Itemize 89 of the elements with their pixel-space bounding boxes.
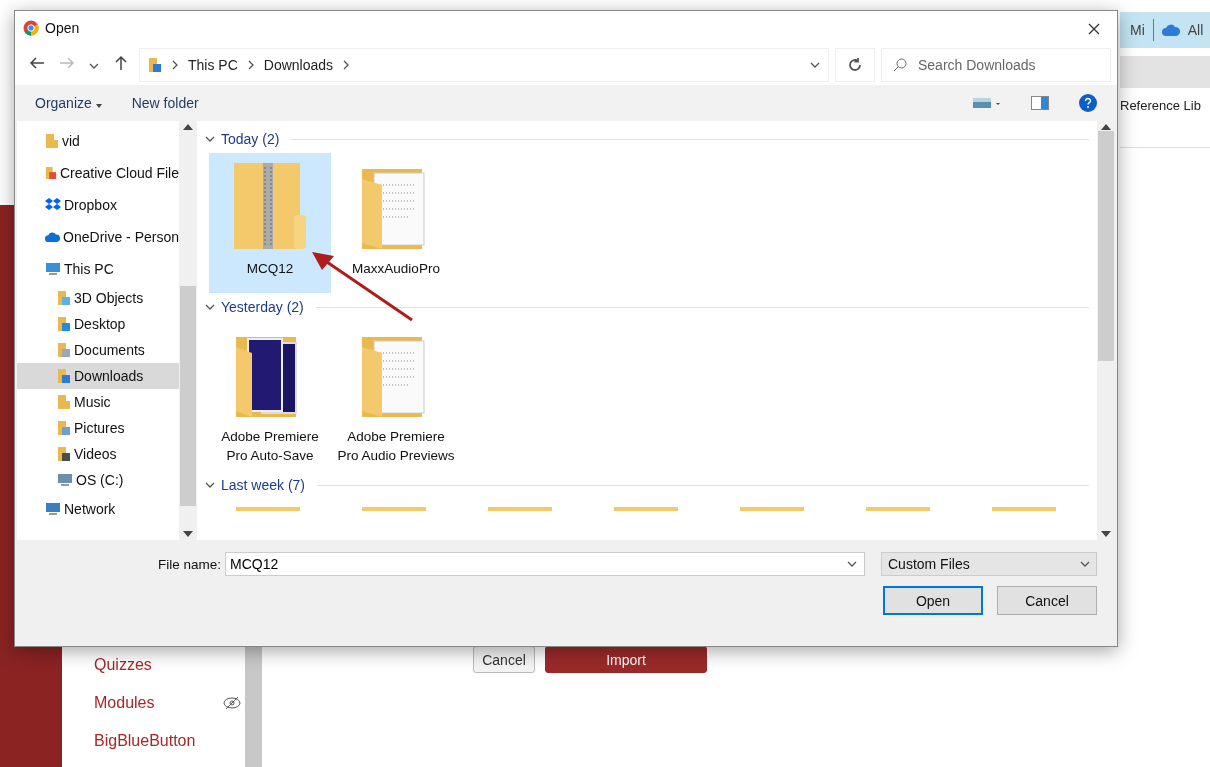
nav-item[interactable]: OneDrive - Person <box>17 221 179 253</box>
group-label: Last week (7) <box>221 477 306 493</box>
folder-icon <box>57 394 71 410</box>
file-tile[interactable]: MCQ12 <box>209 153 331 293</box>
nav-item[interactable]: Dropbox <box>17 189 179 221</box>
folder-icon <box>45 133 59 149</box>
preview-pane-icon[interactable] <box>1031 96 1049 110</box>
window-title: Open <box>45 20 81 36</box>
top-bar-text: All <box>1187 22 1204 38</box>
chevron-icon <box>205 480 215 490</box>
group-header[interactable]: Today (2) <box>205 125 1089 153</box>
folder-icon <box>57 368 71 384</box>
file-name-field[interactable]: MCQ12 <box>225 552 865 576</box>
computer-icon <box>57 473 73 487</box>
file-name-label: File name: <box>157 556 221 572</box>
view-icon[interactable] <box>973 97 1001 109</box>
folder-icon <box>57 420 71 436</box>
dropdown-icon <box>810 60 820 70</box>
nav-item[interactable]: This PC <box>17 253 179 285</box>
nav-item[interactable]: 3D Objects <box>17 285 179 311</box>
nav-item[interactable]: Videos <box>17 441 179 467</box>
caret-icon <box>95 104 102 108</box>
computer-icon <box>45 502 61 516</box>
file-name: MaxxAudioPro <box>351 260 441 278</box>
file-tile[interactable]: Adobe Premiere Pro Auto-Save <box>209 321 331 471</box>
forward-arrow-icon <box>59 54 75 71</box>
nav-item[interactable]: Music <box>17 389 179 415</box>
course-nav-label: Quizzes <box>94 656 152 674</box>
folder-icon <box>148 57 162 73</box>
address-bar[interactable]: This PC Downloads <box>139 48 829 82</box>
scroll-down-icon[interactable] <box>183 530 193 538</box>
chevron-icon <box>205 134 215 144</box>
nav-item[interactable]: Network <box>17 493 179 525</box>
help-icon[interactable] <box>1079 94 1097 112</box>
box-icon <box>45 198 61 212</box>
breadcrumb-link[interactable]: Downloads <box>263 57 334 73</box>
close-icon <box>1088 22 1100 35</box>
back-arrow-icon <box>29 54 45 71</box>
import-button[interactable]: Import <box>545 646 707 673</box>
up-arrow-icon <box>113 54 129 71</box>
course-nav-link[interactable]: BigBlueButton <box>94 729 245 753</box>
reference-library-text[interactable]: Reference Lib <box>1120 98 1201 113</box>
nav-item[interactable]: Documents <box>17 337 179 363</box>
organize-menu[interactable]: Organize <box>35 95 102 111</box>
course-nav-label: Modules <box>94 694 155 712</box>
refresh-button[interactable] <box>835 48 875 82</box>
nav-item[interactable]: Pictures <box>17 415 179 441</box>
folder-icon <box>45 165 57 181</box>
file-tile[interactable]: MaxxAudioPro <box>335 153 457 293</box>
file-name: Adobe Premiere Pro Auto-Save <box>220 428 320 465</box>
folder-icon <box>57 316 71 332</box>
file-name: MCQ12 <box>245 260 295 278</box>
group-label: Today (2) <box>221 131 280 147</box>
scroll-up-icon[interactable] <box>183 123 193 131</box>
group-label: Yesterday (2) <box>221 299 304 315</box>
dialog-button[interactable]: Open <box>883 586 983 615</box>
group-header[interactable]: Last week (7) <box>205 471 1089 499</box>
nav-item[interactable]: Desktop <box>17 311 179 337</box>
dropdown-icon <box>847 559 857 569</box>
file-type-dropdown[interactable]: Custom Files <box>881 552 1097 576</box>
group-header[interactable]: Yesterday (2) <box>205 293 1089 321</box>
refresh-icon <box>847 57 863 73</box>
nav-item[interactable]: vid <box>17 125 179 157</box>
file-tile[interactable]: Adobe Premiere Pro Audio Previews <box>335 321 457 471</box>
computer-icon <box>45 262 61 276</box>
folder-icon <box>57 342 71 358</box>
new-folder-button[interactable]: New folder <box>131 95 199 111</box>
course-nav-label: BigBlueButton <box>94 732 196 750</box>
nav-item[interactable]: Creative Cloud File <box>17 157 179 189</box>
cancel-button[interactable]: Cancel <box>473 646 535 673</box>
dialog-button[interactable]: Cancel <box>997 586 1097 615</box>
top-bar-text: Mi <box>1130 22 1145 38</box>
app-icon <box>23 20 39 36</box>
chevron-icon <box>170 60 180 70</box>
breadcrumb-link[interactable]: This PC <box>188 57 238 73</box>
folder-icon <box>57 290 71 306</box>
cloud-icon <box>1161 24 1180 36</box>
search-field[interactable]: Search Downloads <box>881 48 1111 82</box>
search-icon <box>893 58 907 72</box>
dropdown-icon <box>1080 559 1090 569</box>
chevron-icon <box>205 302 215 312</box>
file-name: Adobe Premiere Pro Audio Previews <box>336 428 456 465</box>
course-nav-link[interactable]: Quizzes <box>94 653 245 677</box>
nav-item[interactable]: OS (C:) <box>17 467 179 493</box>
folder-icon <box>57 446 71 462</box>
course-nav-link[interactable]: Modules <box>94 691 245 715</box>
nav-item[interactable]: Downloads <box>17 363 179 389</box>
scroll-down-icon[interactable] <box>1101 530 1111 538</box>
cloud-icon <box>45 231 61 243</box>
